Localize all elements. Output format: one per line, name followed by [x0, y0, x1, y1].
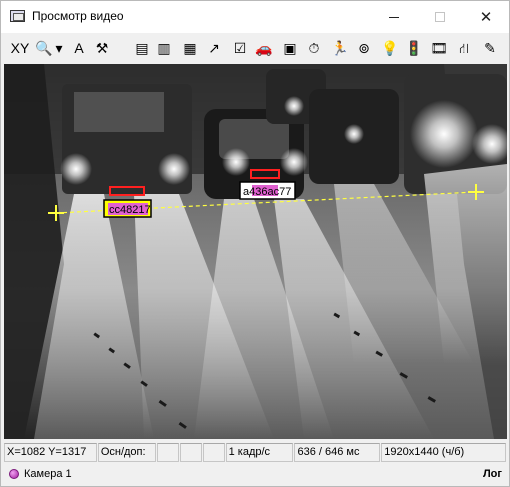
frame-icon: ▣: [283, 40, 297, 56]
xy-icon: XY: [10, 40, 30, 56]
plate-label-text: cc48217: [109, 204, 151, 216]
minimize-icon: [389, 16, 399, 18]
film-icon: 🎞: [430, 40, 448, 56]
report-icon: ☑: [233, 40, 247, 56]
video-image: cc48217 a436ac77: [4, 64, 507, 439]
folder-icon: ▦: [183, 40, 197, 56]
window-title: Просмотр видео: [32, 9, 124, 23]
properties-icon: ▤: [135, 40, 149, 56]
mode-label: Осн/доп:: [97, 443, 156, 462]
camera-tab[interactable]: Камера 1: [24, 468, 72, 480]
frame-button[interactable]: ▣: [279, 37, 301, 59]
runner-icon: 🏃: [331, 40, 349, 56]
log-button[interactable]: Лог: [483, 468, 502, 480]
properties-button[interactable]: ▤: [131, 37, 153, 59]
search-globe-icon: ⊚: [358, 40, 370, 56]
books-button[interactable]: ▥: [153, 37, 175, 59]
books-icon: ▥: [157, 40, 171, 56]
close-icon: ✕: [479, 8, 493, 26]
minimize-button[interactable]: [371, 1, 417, 33]
maximize-button[interactable]: [417, 1, 463, 33]
fps-readout: 1 кадр/с: [225, 443, 294, 462]
film-button[interactable]: 🎞: [428, 37, 450, 59]
report-button[interactable]: ☑: [229, 37, 251, 59]
toolbar: XY 🔍 ▾ A ⚒ ▤ ▥ ▦ ↗ ☑ 🚗 ▣ ⏱ 🏃 ⊚ 💡 🚦 🎞 ⛙ ✎: [3, 34, 508, 61]
stopwatch-button[interactable]: ⏱: [303, 37, 325, 59]
bulb-button[interactable]: 💡: [379, 37, 401, 59]
bulb-icon: 💡: [381, 40, 399, 56]
status-cell-empty: [179, 443, 202, 462]
status-cell-empty: [156, 443, 179, 462]
video-viewer-window: Просмотр видео ✕ XY 🔍 ▾ A ⚒ ▤ ▥ ▦ ↗ ☑ 🚗 ▣ ⏱ 🏃 ⊚ 💡 🚦 🎞 ⛙ ✎: [0, 0, 510, 487]
maximize-icon: [435, 12, 445, 22]
camera-status-icon: [9, 469, 19, 479]
folder-button[interactable]: ▦: [179, 37, 201, 59]
camera-bar: Камера 1 Лог: [4, 465, 507, 484]
car-icon: 🚗: [255, 40, 273, 56]
font-icon: A: [74, 40, 84, 56]
runner-button[interactable]: 🏃: [329, 37, 351, 59]
status-bar: X=1082 Y=1317 Осн/доп: 1 кадр/с 636 / 64…: [4, 443, 507, 462]
app-icon: [10, 10, 25, 22]
xy-button[interactable]: XY: [9, 37, 31, 59]
car-button[interactable]: 🚗: [253, 37, 275, 59]
network-button[interactable]: ⛙: [453, 37, 475, 59]
dropdown-arrow-button[interactable]: ▾: [53, 37, 65, 59]
video-frame[interactable]: cc48217 a436ac77: [4, 64, 507, 439]
edit-icon: ✎: [484, 40, 496, 56]
status-cell-empty: [202, 443, 225, 462]
chart-icon: ↗: [208, 40, 220, 56]
tools-button[interactable]: ⚒: [91, 37, 113, 59]
stopwatch-icon: ⏱: [308, 40, 320, 56]
timing-readout: 636 / 646 мс: [294, 443, 381, 462]
traffic-light-button[interactable]: 🚦: [403, 37, 425, 59]
coords-readout: X=1082 Y=1317: [4, 443, 97, 462]
resolution-readout: 1920x1440 (ч/б): [381, 443, 507, 462]
dropdown-arrow-icon: ▾: [55, 40, 63, 56]
network-icon: ⛙: [459, 40, 469, 56]
chart-button[interactable]: ↗: [203, 37, 225, 59]
edit-button[interactable]: ✎: [479, 37, 501, 59]
close-button[interactable]: ✕: [463, 1, 509, 33]
title-bar[interactable]: Просмотр видео ✕: [1, 1, 509, 33]
traffic-light-icon: 🚦: [405, 40, 423, 56]
search-globe-button[interactable]: ⊚: [353, 37, 375, 59]
plate-label-text: a436ac77: [243, 186, 291, 198]
zoom-button[interactable]: 🔍: [33, 37, 55, 59]
zoom-icon: 🔍: [35, 40, 53, 56]
font-button[interactable]: A: [68, 37, 90, 59]
tools-icon: ⚒: [95, 40, 109, 56]
